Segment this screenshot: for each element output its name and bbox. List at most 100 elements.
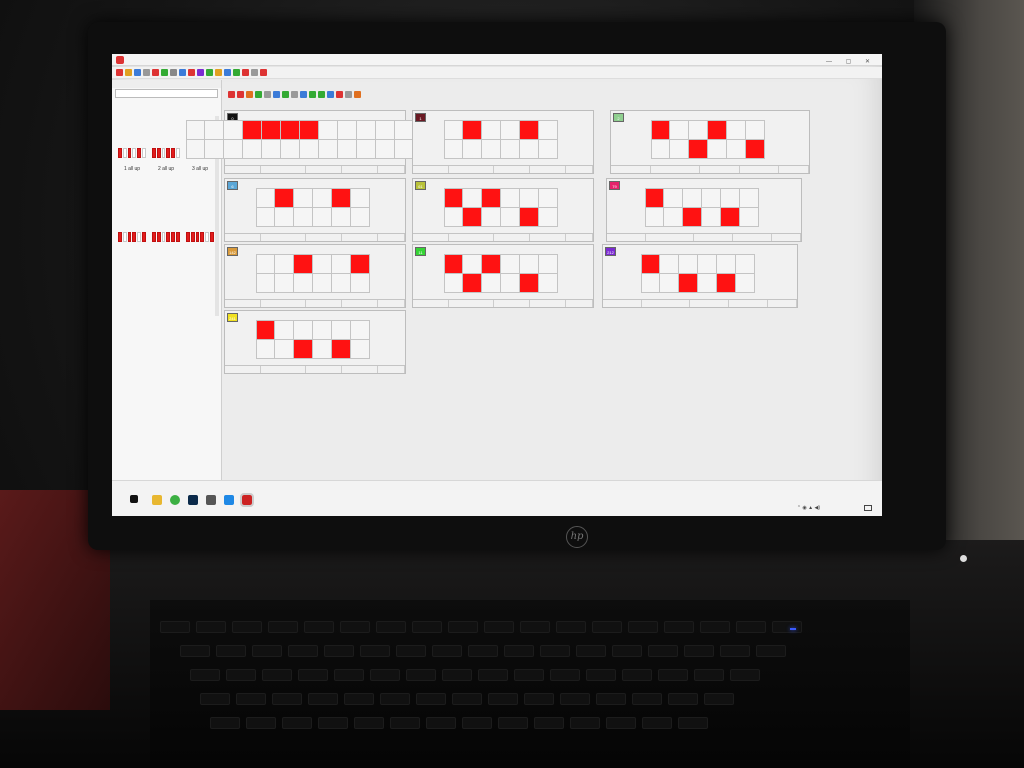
grid-cell-off[interactable] — [444, 121, 463, 140]
grid-cell-on[interactable] — [262, 121, 281, 140]
chrome-icon[interactable] — [170, 495, 180, 505]
grid-cell-off[interactable] — [256, 255, 275, 274]
tile-number-tag[interactable]: 1 — [415, 113, 426, 122]
grid-cell-off[interactable] — [702, 208, 721, 227]
toolbar-icon[interactable] — [143, 69, 150, 76]
toolbar-icon[interactable] — [242, 69, 249, 76]
grid-cell-on[interactable] — [463, 121, 482, 140]
grid-cell-off[interactable] — [275, 274, 294, 293]
grid-cell-on[interactable] — [444, 255, 463, 274]
grid-cell-on[interactable] — [332, 340, 351, 359]
grid-cell-off[interactable] — [186, 140, 205, 159]
tile-grid[interactable] — [256, 188, 370, 227]
toolbar-icon[interactable] — [260, 69, 267, 76]
tile-number-tag[interactable]: 212 — [605, 247, 616, 256]
grid-cell-off[interactable] — [332, 274, 351, 293]
pattern-thumbnail[interactable] — [152, 232, 180, 250]
grid-cell-on[interactable] — [746, 140, 765, 159]
grid-cell-off[interactable] — [670, 121, 689, 140]
toolbar-icon[interactable] — [300, 91, 307, 98]
grid-cell-off[interactable] — [501, 140, 520, 159]
tile-number-tag[interactable]: 2 — [613, 113, 624, 122]
grid-cell-off[interactable] — [256, 208, 275, 227]
toolbar-icon[interactable] — [336, 91, 343, 98]
grid-cell-off[interactable] — [702, 189, 721, 208]
tile-grid[interactable] — [186, 120, 433, 159]
toolbar-icon[interactable] — [116, 69, 123, 76]
tile-grid[interactable] — [651, 120, 765, 159]
grid-cell-on[interactable] — [351, 255, 370, 274]
pattern-tile[interactable]: 142 — [224, 244, 406, 308]
grid-cell-off[interactable] — [501, 121, 520, 140]
grid-cell-on[interactable] — [281, 121, 300, 140]
grid-cell-off[interactable] — [256, 340, 275, 359]
grid-cell-off[interactable] — [746, 121, 765, 140]
file-explorer-icon[interactable] — [152, 495, 162, 505]
grid-cell-off[interactable] — [520, 255, 539, 274]
pattern-thumbnail[interactable] — [186, 232, 214, 250]
toolbar-icon[interactable] — [228, 91, 235, 98]
pattern-tile[interactable]: 2 — [610, 110, 810, 174]
grid-cell-off[interactable] — [351, 321, 370, 340]
grid-cell-off[interactable] — [698, 255, 717, 274]
grid-cell-off[interactable] — [539, 274, 558, 293]
grid-cell-off[interactable] — [520, 189, 539, 208]
grid-cell-off[interactable] — [670, 140, 689, 159]
toolbar-icon[interactable] — [161, 69, 168, 76]
grid-cell-off[interactable] — [294, 274, 313, 293]
tile-number-tag[interactable]: 6 — [227, 181, 238, 190]
grid-cell-on[interactable] — [721, 208, 740, 227]
grid-cell-off[interactable] — [351, 208, 370, 227]
grid-cell-off[interactable] — [319, 140, 338, 159]
grid-cell-on[interactable] — [243, 121, 262, 140]
pattern-tile[interactable]: 61 — [412, 178, 594, 242]
grid-cell-off[interactable] — [482, 208, 501, 227]
grid-cell-off[interactable] — [463, 255, 482, 274]
grid-cell-off[interactable] — [717, 255, 736, 274]
grid-cell-off[interactable] — [338, 140, 357, 159]
grid-cell-off[interactable] — [539, 140, 558, 159]
grid-cell-off[interactable] — [332, 321, 351, 340]
photoshop-icon[interactable] — [188, 495, 198, 505]
grid-cell-off[interactable] — [708, 140, 727, 159]
grid-cell-off[interactable] — [740, 189, 759, 208]
grid-cell-off[interactable] — [338, 121, 357, 140]
grid-cell-off[interactable] — [357, 121, 376, 140]
grid-cell-on[interactable] — [332, 189, 351, 208]
tray-icons[interactable]: ⌃ ◉ ▲ ◀) — [797, 505, 820, 511]
grid-cell-on[interactable] — [482, 255, 501, 274]
toolbar-icon[interactable] — [282, 91, 289, 98]
tile-grid[interactable] — [444, 188, 558, 227]
grid-cell-off[interactable] — [319, 121, 338, 140]
grid-cell-on[interactable] — [463, 274, 482, 293]
grid-cell-off[interactable] — [664, 189, 683, 208]
grid-cell-on[interactable] — [641, 255, 660, 274]
grid-cell-off[interactable] — [539, 189, 558, 208]
toolbar-icon[interactable] — [125, 69, 132, 76]
toolbar-icon[interactable] — [251, 69, 258, 76]
grid-cell-on[interactable] — [275, 189, 294, 208]
grid-cell-off[interactable] — [482, 140, 501, 159]
grid-cell-off[interactable] — [501, 189, 520, 208]
grid-cell-on[interactable] — [520, 274, 539, 293]
grid-cell-off[interactable] — [313, 321, 332, 340]
grid-cell-on[interactable] — [679, 274, 698, 293]
grid-cell-off[interactable] — [351, 189, 370, 208]
grid-cell-off[interactable] — [660, 274, 679, 293]
toolbar-icon[interactable] — [246, 91, 253, 98]
toolbar-icon[interactable] — [170, 69, 177, 76]
document-menu[interactable] — [224, 80, 882, 88]
tile-number-tag[interactable]: 241 — [227, 313, 238, 322]
pattern-thumbnail[interactable]: 2 all up — [152, 148, 180, 172]
app-icon[interactable] — [224, 495, 234, 505]
tile-number-tag[interactable]: 79 — [609, 181, 620, 190]
grid-cell-off[interactable] — [294, 321, 313, 340]
grid-cell-on[interactable] — [708, 121, 727, 140]
toolbar-icon[interactable] — [255, 91, 262, 98]
grid-cell-off[interactable] — [660, 255, 679, 274]
pattern-thumbnail[interactable] — [118, 232, 146, 250]
pattern-tile[interactable]: 79 — [606, 178, 802, 242]
grid-cell-on[interactable] — [717, 274, 736, 293]
tile-number-tag[interactable]: 11 — [415, 247, 426, 256]
grid-cell-off[interactable] — [444, 274, 463, 293]
